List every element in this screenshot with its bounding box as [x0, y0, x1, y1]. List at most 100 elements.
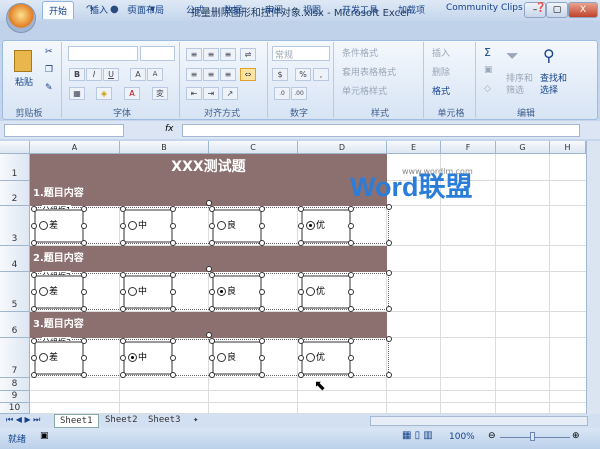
selection-handle[interactable]: [170, 338, 176, 344]
selection-handle[interactable]: [81, 372, 87, 378]
tab-data[interactable]: 数据: [224, 3, 242, 16]
tab-community-clips[interactable]: Community Clips: [446, 3, 523, 13]
selection-handle[interactable]: [298, 272, 304, 278]
format-as-table-button[interactable]: 套用表格格式: [342, 65, 396, 78]
column-header[interactable]: A: [30, 141, 120, 154]
selection-handle[interactable]: [209, 223, 215, 229]
formula-input[interactable]: [182, 124, 580, 137]
selection-handle[interactable]: [170, 206, 176, 212]
orientation-button[interactable]: ↗: [222, 87, 238, 100]
option-button[interactable]: 良: [212, 209, 262, 243]
office-button[interactable]: [6, 3, 36, 33]
selection-handle[interactable]: [298, 355, 304, 361]
underline-button[interactable]: U: [103, 68, 119, 81]
selection-handle[interactable]: [386, 204, 392, 210]
format-painter-icon[interactable]: ✎: [45, 83, 53, 93]
decrease-indent-button[interactable]: ⇤: [186, 87, 202, 100]
selection-handle[interactable]: [31, 289, 37, 295]
radio-icon[interactable]: [128, 353, 137, 362]
wrap-text-button[interactable]: ⇌: [240, 48, 256, 61]
row-header[interactable]: 1: [0, 154, 30, 181]
option-button[interactable]: 良: [212, 275, 262, 309]
selection-handle[interactable]: [31, 338, 37, 344]
radio-icon[interactable]: [217, 287, 226, 296]
selection-handle[interactable]: [170, 272, 176, 278]
selection-handle[interactable]: [170, 355, 176, 361]
radio-icon[interactable]: [39, 221, 48, 230]
selection-handle[interactable]: [31, 372, 37, 378]
selection-handle[interactable]: [81, 272, 87, 278]
selection-handle[interactable]: [170, 372, 176, 378]
selection-handle[interactable]: [259, 338, 265, 344]
selection-handle[interactable]: [348, 372, 354, 378]
selection-handle[interactable]: [386, 270, 392, 276]
align-left-button[interactable]: ≡: [186, 68, 202, 81]
number-format-select[interactable]: 常规: [272, 46, 330, 61]
selection-handle[interactable]: [298, 289, 304, 295]
option-button[interactable]: 中: [123, 341, 173, 375]
column-header[interactable]: D: [298, 141, 387, 154]
align-top-button[interactable]: ≡: [186, 48, 202, 61]
selection-handle[interactable]: [386, 336, 392, 342]
selection-handle[interactable]: [348, 338, 354, 344]
macro-record-icon[interactable]: ▣: [40, 431, 49, 441]
sheet-tab-1[interactable]: Sheet1: [54, 414, 99, 428]
tab-page-layout[interactable]: 页面布局: [128, 3, 164, 16]
selection-handle[interactable]: [120, 338, 126, 344]
selection-handle[interactable]: [120, 355, 126, 361]
radio-icon[interactable]: [217, 353, 226, 362]
option-button[interactable]: 差: [34, 275, 84, 309]
align-middle-button[interactable]: ≡: [203, 48, 219, 61]
copy-icon[interactable]: ❐: [45, 65, 53, 75]
selection-handle[interactable]: [298, 372, 304, 378]
sheet-title[interactable]: XXX测试题: [30, 154, 387, 181]
selection-handle[interactable]: [259, 206, 265, 212]
radio-icon[interactable]: [306, 221, 315, 230]
selection-handle[interactable]: [298, 223, 304, 229]
comma-button[interactable]: ,: [313, 68, 329, 81]
sort-filter-button[interactable]: 排序和 筛选: [506, 73, 533, 97]
radio-icon[interactable]: [306, 287, 315, 296]
close-button[interactable]: X: [568, 2, 598, 18]
radio-icon[interactable]: [128, 221, 137, 230]
italic-button[interactable]: I: [86, 68, 102, 81]
view-buttons[interactable]: ▦ ▯ ▥: [402, 430, 433, 441]
paste-icon[interactable]: [14, 50, 32, 72]
cut-icon[interactable]: ✂: [45, 47, 53, 57]
column-header[interactable]: C: [209, 141, 298, 154]
selection-handle[interactable]: [298, 206, 304, 212]
tab-formulas[interactable]: 公式: [186, 3, 204, 16]
row-header[interactable]: 4: [0, 246, 30, 272]
zoom-slider[interactable]: ⊖ ⊕: [488, 431, 584, 442]
font-color-button[interactable]: A: [124, 87, 140, 100]
row-header[interactable]: 10: [0, 403, 30, 414]
option-button[interactable]: 良: [212, 341, 262, 375]
selection-handle[interactable]: [120, 289, 126, 295]
conditional-formatting-button[interactable]: 条件格式: [342, 46, 378, 59]
selection-handle[interactable]: [348, 223, 354, 229]
radio-icon[interactable]: [306, 353, 315, 362]
selection-handle[interactable]: [259, 272, 265, 278]
selection-handle[interactable]: [31, 206, 37, 212]
insert-function-button[interactable]: fx: [165, 124, 174, 134]
tab-home[interactable]: 开始: [42, 1, 75, 19]
vertical-scrollbar[interactable]: [586, 141, 600, 414]
font-name-select[interactable]: [68, 46, 138, 61]
percent-button[interactable]: %: [295, 68, 311, 81]
option-button[interactable]: 优: [301, 341, 351, 375]
shrink-font-button[interactable]: A: [147, 68, 163, 81]
select-all-corner[interactable]: [0, 141, 30, 154]
borders-button[interactable]: ▦: [69, 87, 85, 100]
selection-handle[interactable]: [120, 372, 126, 378]
column-header[interactable]: B: [120, 141, 209, 154]
column-header[interactable]: G: [496, 141, 550, 154]
record-icon[interactable]: ●: [110, 4, 122, 16]
insert-sheet-icon[interactable]: ✦: [188, 414, 203, 428]
horizontal-scrollbar[interactable]: [370, 416, 588, 426]
insert-cells-button[interactable]: 插入: [432, 46, 450, 59]
selection-handle[interactable]: [209, 289, 215, 295]
option-button[interactable]: 差: [34, 209, 84, 243]
radio-icon[interactable]: [39, 287, 48, 296]
name-box[interactable]: [4, 124, 124, 137]
tab-review[interactable]: 审阅: [265, 3, 283, 16]
